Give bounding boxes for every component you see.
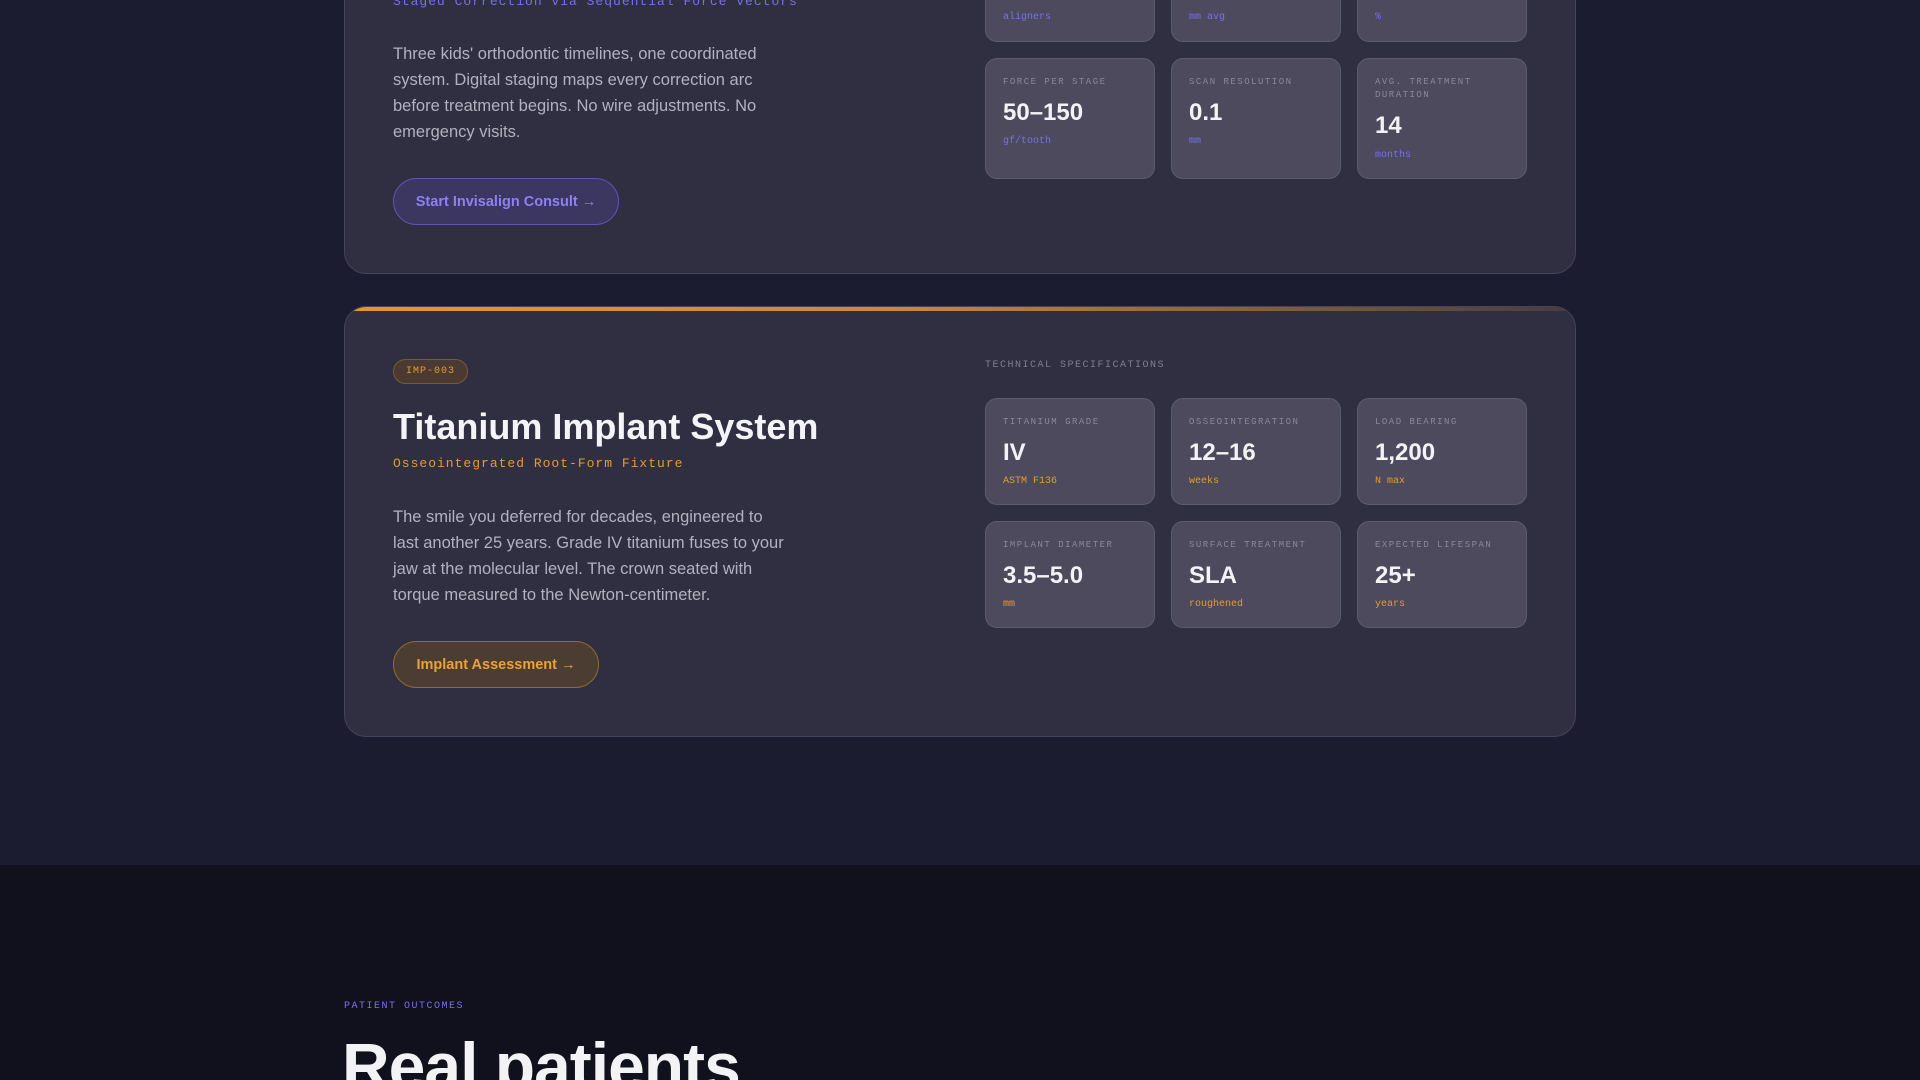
implant-card: IMP-003 Titanium Implant System Osseoint… [344, 306, 1576, 737]
start-invisalign-consult-button[interactable]: Start Invisalign Consult → [393, 178, 619, 225]
stat-value: 25+ [1375, 562, 1416, 589]
accent-bar [345, 307, 1575, 311]
invisalign-subtitle: Staged Correction via Sequential Force V… [393, 0, 798, 9]
implant-subtitle: Osseointegrated Root-Form Fixture [393, 456, 684, 471]
patient-outcomes-eyebrow: PATIENT OUTCOMES [344, 1001, 465, 1012]
stat-value: 0.1 [1189, 99, 1223, 126]
technical-specifications-heading: TECHNICAL SPECIFICATIONS [985, 360, 1166, 371]
stat-value: 1,200 [1375, 439, 1436, 466]
stat-unit: mm [1189, 136, 1202, 147]
stat-label: Expected lifespan [1375, 540, 1493, 550]
stat-tile-scan-resolution: Scan resolution 0.1 mm [1171, 58, 1341, 179]
stat-unit: mm [1003, 599, 1016, 610]
patient-outcomes-heading: Real patients [342, 1029, 741, 1080]
stat-tile-implant-diameter: Implant diameter 3.5–5.0 mm [985, 521, 1155, 628]
stat-tile-aligners: aligners [985, 0, 1155, 42]
stat-tile-force-per-stage: Force per stage 50–150 gf/tooth [985, 58, 1155, 179]
stat-unit: weeks [1189, 476, 1220, 487]
stat-tile-load-bearing: Load bearing 1,200 N max [1357, 398, 1527, 505]
stat-unit: gf/tooth [1003, 136, 1052, 147]
stat-tile-percent: % [1357, 0, 1527, 42]
stat-unit: years [1375, 599, 1406, 610]
stat-value: IV [1003, 439, 1026, 466]
stat-tile-mm-avg: mm avg [1171, 0, 1341, 42]
stat-unit: roughened [1189, 599, 1244, 610]
implant-description: The smile you deferred for decades, engi… [393, 508, 784, 604]
stat-unit: aligners [1003, 12, 1052, 23]
stat-label: Load bearing [1375, 417, 1458, 427]
stat-value: 14 [1375, 112, 1402, 139]
stat-value: SLA [1189, 562, 1237, 589]
stat-tile-avg-treatment-duration: Avg. treatment duration 14 months [1357, 58, 1527, 179]
stat-label: Implant diameter [1003, 540, 1114, 550]
stat-value: 3.5–5.0 [1003, 562, 1084, 589]
stat-unit: ASTM F136 [1003, 476, 1058, 487]
stat-label: Avg. treatment duration [1375, 77, 1472, 100]
stat-tile-osseointegration: Osseointegration 12–16 weeks [1171, 398, 1341, 505]
stat-unit: months [1375, 150, 1412, 161]
invisalign-card: Staged Correction via Sequential Force V… [344, 0, 1576, 274]
stat-tile-expected-lifespan: Expected lifespan 25+ years [1357, 521, 1527, 628]
invisalign-description: Three kids' orthodontic timelines, one c… [393, 45, 757, 141]
stat-label: Force per stage [1003, 77, 1107, 87]
stat-label: Surface treatment [1189, 540, 1307, 550]
stat-label: Scan resolution [1189, 77, 1293, 87]
stat-unit: mm avg [1189, 12, 1226, 23]
stat-tile-surface-treatment: Surface treatment SLA roughened [1171, 521, 1341, 628]
product-code-badge: IMP-003 [393, 359, 469, 384]
stat-unit: N max [1375, 476, 1406, 487]
stat-label: Osseointegration [1189, 417, 1300, 427]
patient-outcomes-section [0, 865, 1920, 1080]
stat-tile-titanium-grade: Titanium grade IV ASTM F136 [985, 398, 1155, 505]
implant-assessment-button[interactable]: Implant Assessment → [393, 641, 599, 688]
stat-label: Titanium grade [1003, 417, 1100, 427]
stat-value: 12–16 [1189, 439, 1256, 466]
stat-value: 50–150 [1003, 99, 1084, 126]
implant-title: Titanium Implant System [393, 406, 819, 447]
stat-unit: % [1375, 12, 1382, 23]
